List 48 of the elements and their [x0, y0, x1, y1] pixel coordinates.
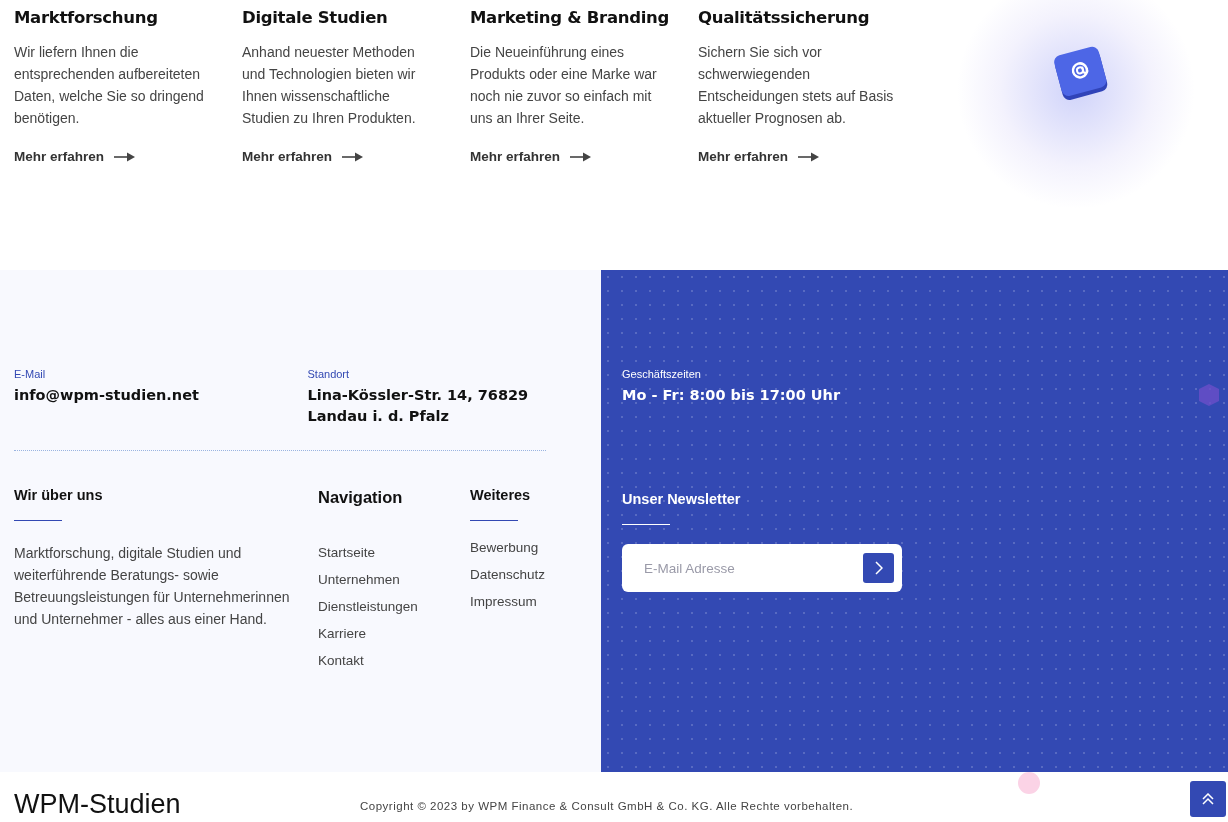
heading-underline	[622, 524, 670, 525]
contact-label: Standort	[307, 368, 351, 380]
about-text: Marktforschung, digitale Studien und weiterführende Beratungs- sowie Betreuungsleistungen für Unternehmerinnen und Unternehmer - alles aus einer Hand.	[14, 544, 291, 629]
copyright-text: Copyright © 2023 by WPM Finance & Consult GmbH & Co. KG. Alle Rechte vorbehalten.	[360, 800, 854, 812]
learn-more-link[interactable]: Mehr erfahren	[698, 149, 821, 164]
learn-more-link[interactable]: Mehr erfahren	[242, 149, 365, 164]
learn-more-link[interactable]: Mehr erfahren	[14, 149, 137, 164]
service-title: Digitale Studien	[242, 8, 389, 27]
footer-nav-link[interactable]: Karriere	[318, 626, 366, 641]
arrow-right-icon	[342, 151, 365, 162]
footer-nav-link[interactable]: Startseite	[318, 545, 376, 560]
double-chevron-up-icon	[1202, 793, 1214, 805]
footer-nav-link[interactable]: Kontakt	[318, 653, 364, 668]
footer-link[interactable]: Datenschutz	[470, 567, 546, 582]
service-description: Sichern Sie sich vor schwerwiegenden Entscheidungen stets auf Basis aktueller Prognosen ab.	[698, 43, 894, 128]
contact-label: E-Mail	[14, 368, 47, 380]
submit-button[interactable]	[863, 553, 894, 583]
service-title: Qualitätssicherung	[698, 8, 871, 27]
arrow-right-icon	[570, 151, 593, 162]
hours-value: Mo - Fr: 8:00 bis 17:00 Uhr	[622, 386, 841, 405]
service-description: Anhand neuester Methoden und Technologien bieten wir Ihnen wissenschaftliche Studien zu Ihren Produkten.	[242, 43, 417, 128]
contact-value: info@wpm-studien.net	[14, 386, 200, 405]
service-description: Wir liefern Ihnen die entsprechenden aufbereiteten Daten, welche Sie so dringend benötigen.	[14, 43, 205, 128]
arrow-right-icon	[114, 151, 137, 162]
hours-label: Geschäftszeiten	[622, 368, 702, 380]
chevron-right-icon	[874, 561, 883, 575]
learn-more-link[interactable]: Mehr erfahren	[470, 149, 593, 164]
footer-link[interactable]: Impressum	[470, 594, 537, 609]
scroll-to-top-button[interactable]	[1190, 781, 1226, 817]
heading-underline	[470, 520, 518, 521]
service-title: Marktforschung	[14, 8, 159, 27]
contact-value: Landau i. d. Pfalz	[307, 407, 450, 426]
newsletter-form[interactable]: E-Mail Adresse	[622, 544, 902, 592]
service-title: Marketing & Branding	[470, 8, 670, 27]
heading-underline	[14, 520, 62, 521]
section-heading: Navigation	[318, 488, 404, 507]
newsletter-heading: Unser Newsletter	[622, 491, 742, 507]
contact-value: Lina-Kössler-Str. 14, 76829	[307, 386, 530, 405]
decorative-dot	[1018, 772, 1040, 794]
logo[interactable]: WPM-Studien	[14, 788, 360, 820]
newsletter-email-field[interactable]: E-Mail Adresse	[642, 559, 846, 577]
footer-nav-link[interactable]: Dienstleistungen	[318, 599, 418, 614]
arrow-right-icon	[798, 151, 821, 162]
footer-link[interactable]: Bewerbung	[470, 540, 539, 555]
service-description: Die Neueinführung eines Produkts oder eine Marke war noch nie zuvor so einfach mit uns an Ihrer Seite.	[470, 43, 658, 128]
footer-nav-link[interactable]: Unternehmen	[318, 572, 400, 587]
section-heading: Weiteres	[470, 487, 532, 503]
section-heading: Wir über uns	[14, 487, 104, 503]
